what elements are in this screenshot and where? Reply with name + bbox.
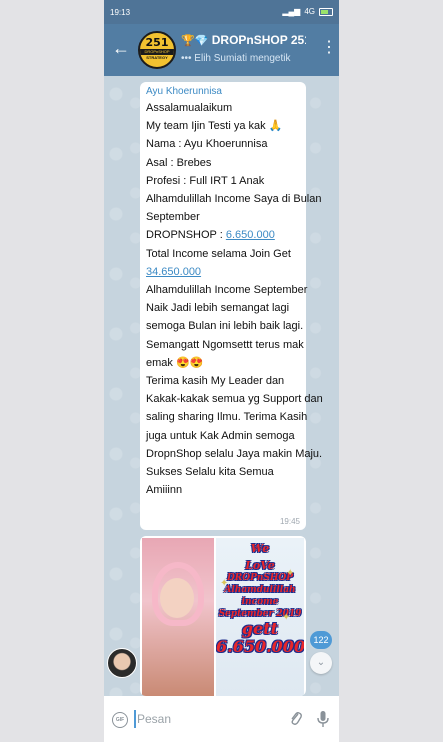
amount-link[interactable]: 6.650.000 [226, 229, 275, 241]
attach-icon[interactable] [289, 710, 303, 728]
gif-sticker-icon[interactable]: GIF [112, 712, 128, 728]
child-face-shape [160, 578, 194, 618]
microphone-icon[interactable] [316, 710, 330, 728]
poster-text: 6.650.000 [216, 637, 304, 656]
star-icon: ✦ [286, 568, 295, 579]
image-message[interactable]: ✦ ✦ ✦ We LoVe DROPnSHOP Alhamdulillah in… [140, 536, 306, 696]
message-line: Alhamdulillah Income September [146, 284, 308, 297]
message-line: Amiiinn [146, 484, 183, 497]
message-line: September [146, 211, 200, 224]
message-input-bar: GIF [104, 696, 339, 742]
message-line: Naik Jadi lebih semangat lagi [146, 302, 290, 315]
message-line: Sukses Selalu kita Semua [146, 466, 274, 479]
message-time: 19:45 [279, 517, 300, 526]
message-bubble[interactable]: Ayu Khoerunnisa Assalamualaikum My team … [140, 82, 323, 530]
message-line: Semangatt Ngomsettt terus mak [146, 338, 304, 351]
message-line: Total Income selama Join Get [146, 247, 291, 260]
star-icon: ✦ [282, 612, 291, 623]
back-arrow-icon[interactable]: ← [112, 38, 130, 58]
phone-screen: 19:13 ▂▄▆ 4G ← 251 DROPnSHOP STRATEGY 🏆💎… [104, 0, 339, 742]
poster-text: We [250, 542, 270, 555]
unread-count-badge[interactable]: 122 [310, 631, 332, 649]
more-options-icon[interactable]: ⋮ [321, 40, 337, 56]
message-line: Alhamdulillah Income Saya di Bulan [146, 193, 322, 206]
message-input[interactable] [137, 710, 267, 728]
sender-avatar[interactable] [107, 648, 137, 678]
battery-icon [319, 7, 333, 16]
message-text: Assalamualaikum My team Ijin Testi ya ka… [146, 99, 323, 499]
chat-header: ← 251 DROPnSHOP STRATEGY 🏆💎 DROPnSHOP 25… [104, 24, 339, 76]
message-line: saling sharing Ilmu. Terima Kasih [146, 411, 308, 424]
status-icons: ▂▄▆ 4G [282, 7, 333, 16]
message-line: Assalamualaikum [146, 102, 233, 114]
group-avatar-tag: STRATEGY [146, 55, 168, 60]
typing-dots-icon: ••• [181, 53, 192, 64]
message-line: Profesi : Full IRT 1 Anak [146, 174, 265, 187]
star-icon: ✦ [220, 578, 229, 589]
chat-area[interactable]: Ayu Khoerunnisa Assalamualaikum My team … [104, 76, 339, 696]
message-line: Asal : Brebes [146, 156, 212, 169]
typing-status-text: Elih Sumiati mengetik [194, 53, 291, 64]
group-title-text: DROPnSHOP 251 [211, 33, 306, 47]
message-sender[interactable]: Ayu Khoerunnisa [146, 86, 300, 97]
typing-status: ••• Elih Sumiati mengetik [181, 53, 290, 64]
message-line: DROPNSHOP : [146, 229, 226, 242]
group-avatar[interactable]: 251 DROPnSHOP STRATEGY [138, 31, 176, 69]
group-avatar-number: 251 [145, 36, 169, 49]
message-line: Nama : Ayu Khoerunnisa [146, 138, 268, 151]
network-label: 4G [304, 7, 315, 16]
message-line: DropnShop selalu Jaya makin Maju. [146, 447, 323, 460]
message-line-with-link: DROPNSHOP : 6.650.000 [146, 226, 300, 244]
photo-image[interactable] [142, 538, 214, 696]
scroll-down-icon[interactable]: ⌄ [310, 652, 332, 674]
status-time: 19:13 [110, 8, 131, 17]
text-cursor [134, 710, 136, 728]
message-line: My team Ijin Testi ya kak 🙏 [146, 120, 283, 133]
poster-text: gett [241, 619, 279, 638]
income-poster-image[interactable]: ✦ ✦ ✦ We LoVe DROPnSHOP Alhamdulillah in… [216, 538, 304, 696]
status-bar: 19:13 ▂▄▆ 4G [104, 0, 339, 24]
message-line-with-link: 34.650.000 [146, 263, 300, 281]
message-line: Terima kasih My Leader dan [146, 375, 285, 388]
signal-icon: ▂▄▆ [282, 7, 301, 16]
title-emoji: 🏆💎 [181, 35, 209, 47]
message-line: emak 😍😍 [146, 356, 204, 369]
group-title[interactable]: 🏆💎 DROPnSHOP 251 [181, 33, 306, 47]
total-amount-link[interactable]: 34.650.000 [146, 266, 201, 278]
poster-text: Alhamdulillah [224, 585, 296, 595]
poster-text: income [241, 597, 279, 607]
message-line: juga untuk Kak Admin semoga [146, 429, 295, 442]
message-line: Kakak-kakak semua yg Support dan [146, 393, 323, 406]
message-line: semoga Bulan ini lebih baik lagi. [146, 320, 304, 333]
